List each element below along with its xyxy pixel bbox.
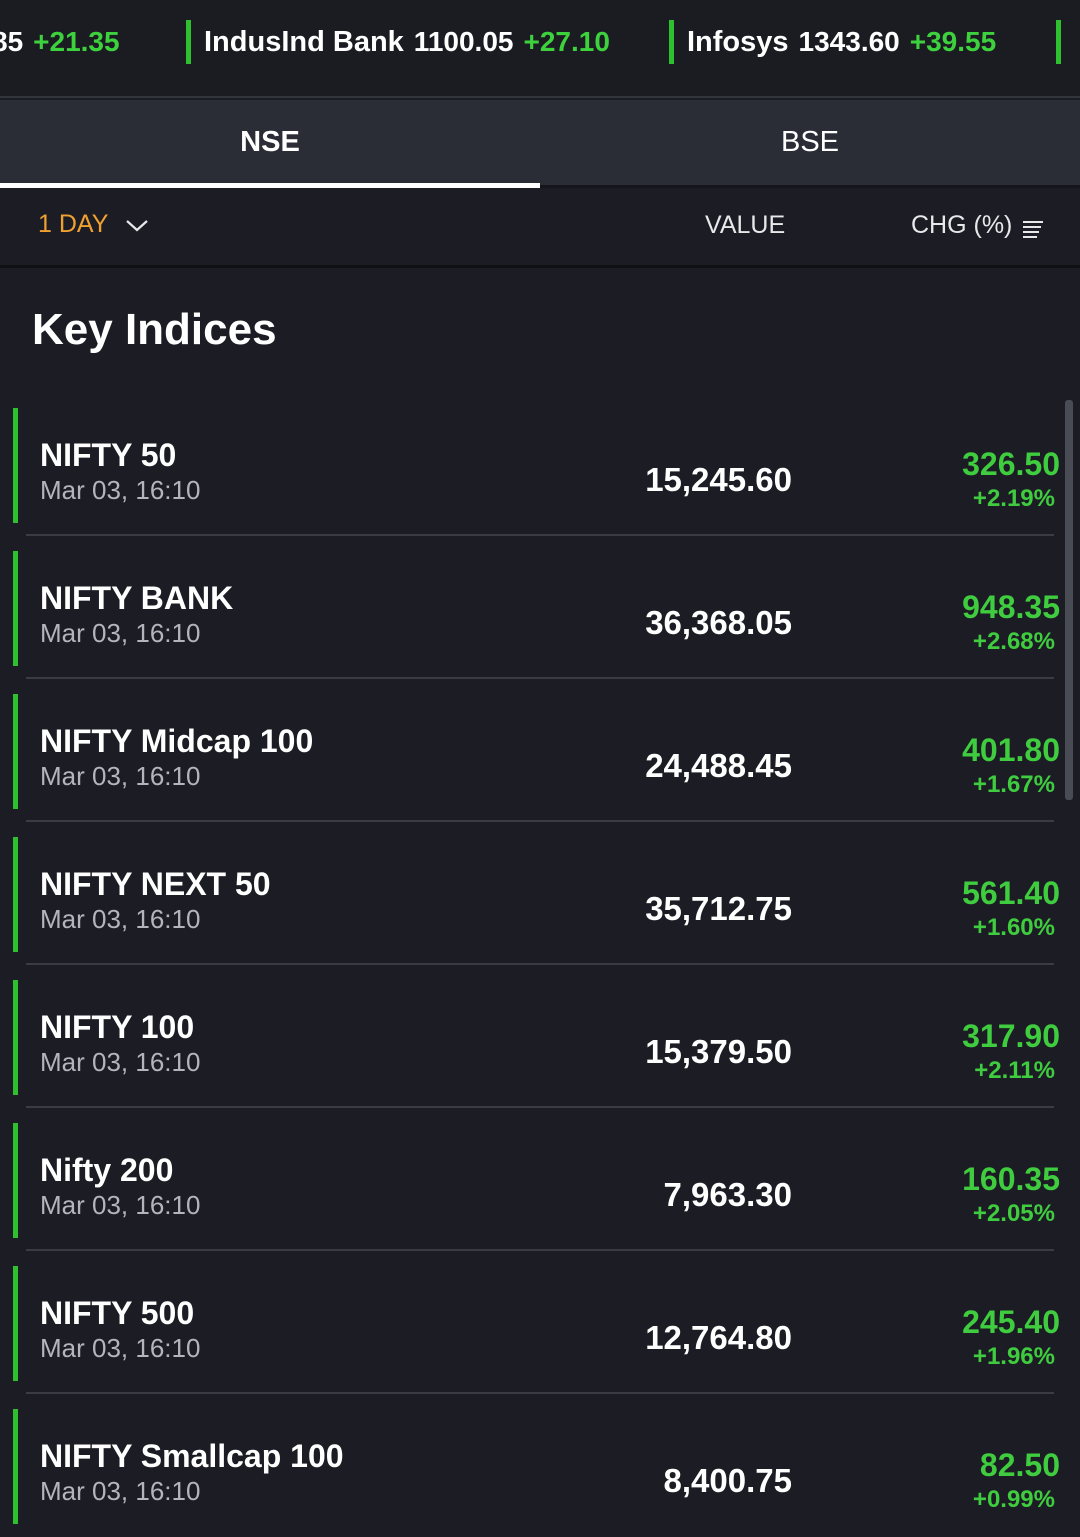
ticker-name: Infosys [687, 25, 789, 58]
positive-indicator [13, 551, 18, 666]
period-label: 1 DAY [38, 210, 109, 238]
section-title: Key Indices [32, 305, 277, 354]
ticker-change: +27.10 [523, 26, 610, 57]
index-row[interactable]: NIFTY 100 Mar 03, 16:10 15,379.50 317.90… [0, 965, 1080, 1108]
sort-lines-icon[interactable] [1022, 220, 1044, 238]
index-change-percent: +1.67% [972, 771, 1055, 798]
index-change: 82.50 [979, 1447, 1060, 1483]
ticker-divider [1056, 20, 1061, 64]
positive-indicator [13, 1123, 18, 1238]
index-change-percent: +0.99% [972, 1486, 1055, 1513]
ticker-item[interactable]: Infosys 1343.60 +39.55 [669, 20, 996, 64]
index-change: 317.90 [962, 1018, 1060, 1054]
ticker-change: +21.35 [33, 26, 120, 57]
index-row[interactable]: NIFTY NEXT 50 Mar 03, 16:10 35,712.75 56… [0, 822, 1080, 965]
index-timestamp: Mar 03, 16:10 [40, 1476, 201, 1506]
index-value: 12,764.80 [645, 1319, 792, 1356]
ticker-divider [186, 20, 191, 64]
exchange-tabs: NSE BSE [0, 100, 1080, 188]
positive-indicator [13, 694, 18, 809]
index-change-percent: +2.11% [974, 1057, 1055, 1084]
market-ticker[interactable]: 85 +21.35 IndusInd Bank 1100.05 +27.10 I… [0, 0, 1080, 98]
index-change-percent: +2.19% [972, 485, 1055, 512]
index-name: NIFTY 50 [40, 437, 177, 473]
ticker-name: IndusInd Bank [204, 25, 404, 58]
index-name: NIFTY BANK [40, 580, 234, 616]
positive-indicator [13, 1409, 18, 1524]
index-timestamp: Mar 03, 16:10 [40, 761, 201, 791]
index-timestamp: Mar 03, 16:10 [40, 618, 201, 648]
index-row[interactable]: NIFTY Midcap 100 Mar 03, 16:10 24,488.45… [0, 679, 1080, 822]
index-timestamp: Mar 03, 16:10 [40, 904, 201, 934]
ticker-item[interactable]: 85 +21.35 [0, 20, 120, 64]
index-name: NIFTY Midcap 100 [40, 723, 314, 759]
positive-indicator [13, 980, 18, 1095]
indices-list: NIFTY 50 Mar 03, 16:10 15,245.60 326.50 … [0, 393, 1080, 1537]
index-row[interactable]: NIFTY BANK Mar 03, 16:10 36,368.05 948.3… [0, 536, 1080, 679]
index-name: NIFTY 100 [40, 1009, 195, 1045]
index-name: Nifty 200 [40, 1152, 174, 1188]
index-row[interactable]: Nifty 200 Mar 03, 16:10 7,963.30 160.35 … [0, 1108, 1080, 1251]
index-timestamp: Mar 03, 16:10 [40, 1190, 201, 1220]
chevron-down-icon [126, 219, 149, 231]
index-value: 35,712.75 [645, 890, 792, 927]
index-timestamp: Mar 03, 16:10 [40, 475, 201, 505]
index-value: 36,368.05 [645, 604, 792, 641]
index-change-percent: +1.60% [972, 914, 1055, 941]
ticker-divider [669, 20, 674, 64]
index-value: 15,379.50 [645, 1033, 792, 1070]
index-name: NIFTY NEXT 50 [40, 866, 271, 902]
ticker-item[interactable] [1056, 20, 1074, 64]
positive-indicator [13, 408, 18, 523]
index-timestamp: Mar 03, 16:10 [40, 1333, 201, 1363]
index-change-percent: +1.96% [972, 1343, 1055, 1370]
tab-nse[interactable]: NSE [0, 100, 540, 188]
change-column-header[interactable]: CHG (%) [911, 211, 1012, 240]
ticker-price: 85 [0, 26, 24, 57]
scrollbar[interactable] [1065, 400, 1073, 800]
index-change: 245.40 [962, 1304, 1060, 1340]
value-column-header[interactable]: VALUE [705, 211, 785, 240]
index-value: 24,488.45 [645, 747, 792, 784]
index-change-percent: +2.68% [972, 628, 1055, 655]
index-change: 326.50 [962, 446, 1060, 482]
ticker-price: 1343.60 [798, 26, 900, 57]
index-change: 948.35 [962, 589, 1060, 625]
index-change-percent: +2.05% [972, 1200, 1055, 1227]
index-row[interactable]: NIFTY Smallcap 100 Mar 03, 16:10 8,400.7… [0, 1394, 1080, 1537]
index-name: NIFTY 500 [40, 1295, 195, 1331]
positive-indicator [13, 1266, 18, 1381]
ticker-item[interactable]: IndusInd Bank 1100.05 +27.10 [186, 20, 610, 64]
index-row[interactable]: NIFTY 50 Mar 03, 16:10 15,245.60 326.50 … [0, 393, 1080, 536]
tab-bse[interactable]: BSE [540, 100, 1080, 185]
ticker-change: +39.55 [909, 26, 997, 57]
index-change: 561.40 [962, 875, 1060, 911]
ticker-price: 1100.05 [413, 26, 514, 57]
index-change: 160.35 [962, 1161, 1060, 1197]
index-change: 401.80 [962, 732, 1060, 768]
index-timestamp: Mar 03, 16:10 [40, 1047, 201, 1077]
index-value: 8,400.75 [663, 1462, 792, 1499]
positive-indicator [13, 837, 18, 952]
index-row[interactable]: NIFTY 500 Mar 03, 16:10 12,764.80 245.40… [0, 1251, 1080, 1394]
column-header-bar: 1 DAY VALUE CHG (%) [0, 190, 1080, 268]
index-value: 7,963.30 [663, 1176, 792, 1213]
period-dropdown[interactable]: 1 DAY [38, 210, 150, 239]
index-value: 15,245.60 [645, 461, 792, 498]
index-name: NIFTY Smallcap 100 [40, 1438, 344, 1474]
